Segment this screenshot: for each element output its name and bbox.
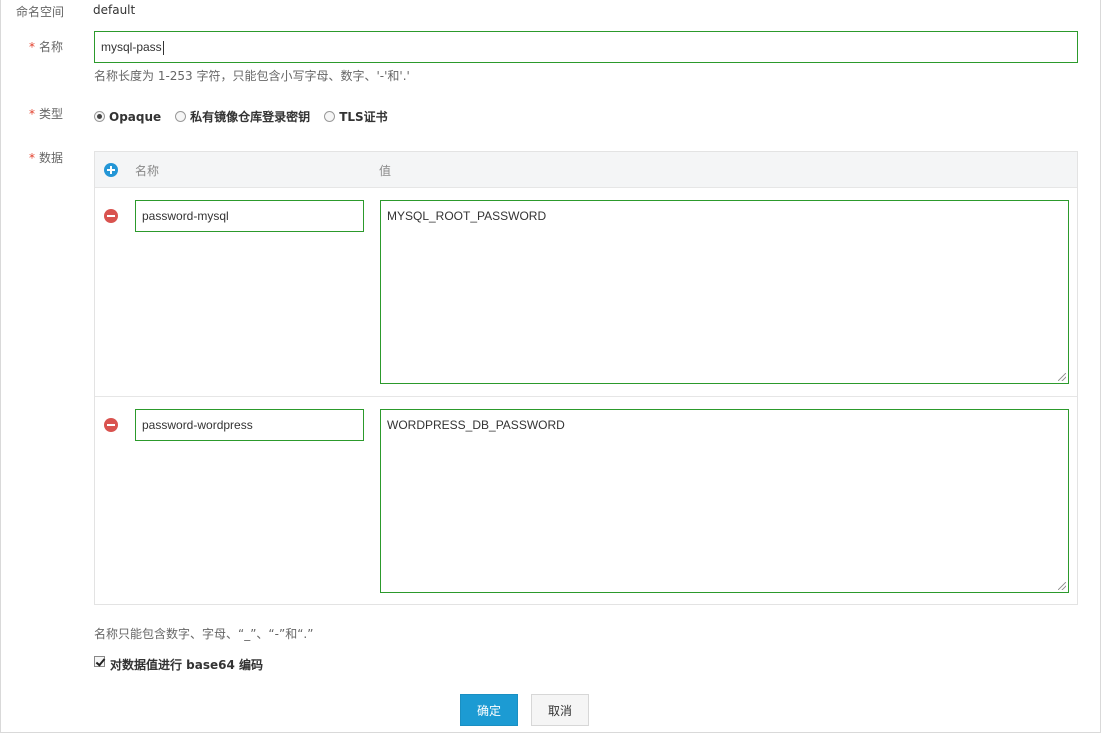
- radio-unchecked-icon[interactable]: [175, 111, 187, 122]
- confirm-button[interactable]: 确定: [460, 694, 518, 726]
- col-value-header: 值: [379, 164, 392, 178]
- data-key-input[interactable]: password-wordpress: [135, 409, 364, 441]
- required-mark: *: [29, 151, 35, 165]
- encode-checkbox[interactable]: [94, 656, 105, 667]
- table-row: password-wordpress WORDPRESS_DB_PASSWORD: [95, 397, 1077, 606]
- name-input-value: mysql-pass: [101, 40, 162, 54]
- data-label: * 数据: [29, 151, 64, 165]
- form-panel: 命名空间 default * 名称 mysql-pass 名称长度为 1-253 …: [0, 0, 1101, 733]
- resize-handle-icon[interactable]: [1058, 582, 1066, 590]
- minus-circle-icon[interactable]: [104, 209, 118, 223]
- plus-circle-icon[interactable]: [104, 163, 118, 177]
- required-mark: *: [29, 107, 35, 121]
- data-note: 名称只能包含数字、字母、“_”、“-”和“.”: [94, 627, 314, 641]
- text-caret: [162, 40, 164, 55]
- col-name-header: 名称: [135, 164, 160, 178]
- name-hint: 名称长度为 1-253 字符，只能包含小写字母、数字、'-'和'.': [94, 69, 410, 83]
- table-row: password-mysql MYSQL_ROOT_PASSWORD: [95, 188, 1077, 397]
- type-radio-registry[interactable]: 私有镜像仓库登录密钥: [175, 108, 310, 125]
- required-mark: *: [29, 40, 35, 54]
- minus-circle-icon[interactable]: [104, 418, 118, 432]
- resize-handle-icon[interactable]: [1058, 373, 1066, 381]
- data-table: 名称 值 password-mysql MYSQL_ROOT_PASSWORD …: [94, 151, 1078, 605]
- radio-checked-icon[interactable]: [94, 111, 105, 122]
- type-label: * 类型: [29, 107, 64, 121]
- namespace-label: 命名空间: [16, 5, 65, 19]
- radio-unchecked-icon[interactable]: [324, 111, 336, 122]
- data-key-input[interactable]: password-mysql: [135, 200, 364, 232]
- data-table-header: 名称 值: [95, 152, 1077, 188]
- name-label: * 名称: [29, 40, 64, 54]
- namespace-value: default: [93, 3, 136, 17]
- encode-label: 对数据值进行 base64 编码: [110, 658, 264, 672]
- data-value-textarea[interactable]: WORDPRESS_DB_PASSWORD: [380, 409, 1069, 593]
- name-input[interactable]: mysql-pass: [94, 31, 1078, 63]
- cancel-button[interactable]: 取消: [531, 694, 589, 726]
- type-radio-opaque[interactable]: Opaque: [94, 110, 161, 124]
- type-radio-group: Opaque 私有镜像仓库登录密钥 TLS证书: [94, 108, 402, 125]
- data-value-textarea[interactable]: MYSQL_ROOT_PASSWORD: [380, 200, 1069, 384]
- type-radio-tls[interactable]: TLS证书: [324, 108, 388, 125]
